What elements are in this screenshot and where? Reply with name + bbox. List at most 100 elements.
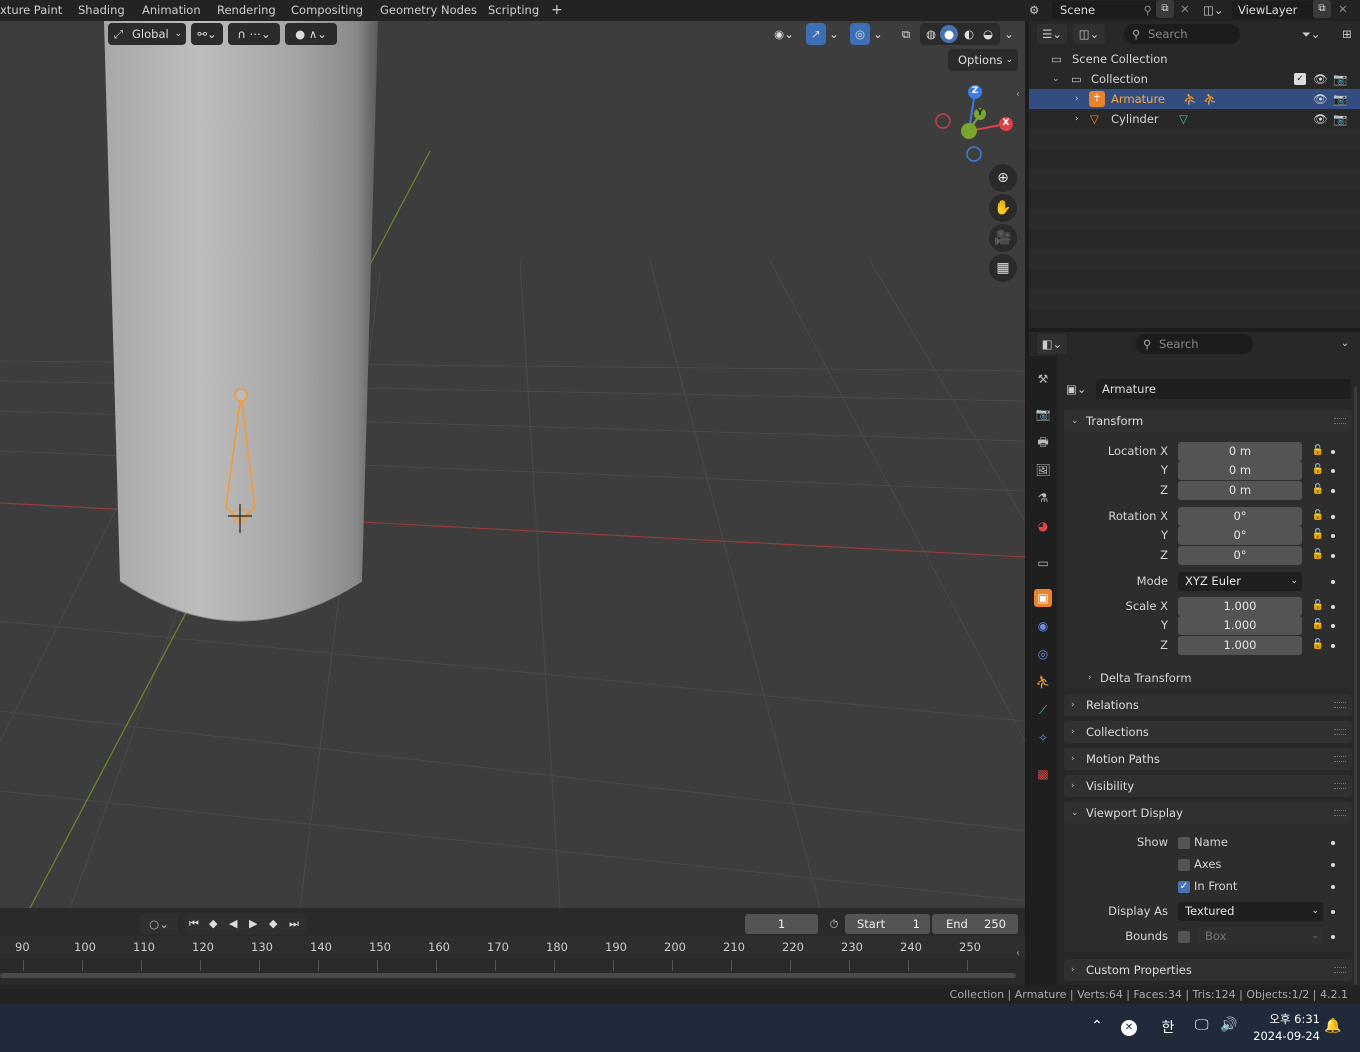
timeline-scrollbar[interactable] bbox=[0, 973, 1016, 978]
properties-editor-type-icon[interactable]: ◧⌄ bbox=[1037, 334, 1067, 354]
object-type-icon[interactable]: ▣⌄ bbox=[1066, 379, 1096, 399]
lock-icon[interactable]: 🔓 bbox=[1311, 548, 1325, 562]
motion-paths-panel-header[interactable]: › Motion Paths bbox=[1064, 748, 1352, 770]
scene-tab-icon[interactable]: ⚗ bbox=[1034, 489, 1052, 507]
close-view-layer-icon[interactable]: ✕ bbox=[1336, 0, 1350, 18]
location-z-field[interactable]: 0 m bbox=[1178, 481, 1302, 500]
bone-constraints-tab-icon[interactable]: ✧ bbox=[1034, 729, 1052, 747]
rotation-mode-dropdown[interactable]: XYZ Euler ⌄ bbox=[1178, 572, 1302, 591]
current-frame-field[interactable]: 1 bbox=[745, 914, 818, 934]
world-tab-icon[interactable]: ◕ bbox=[1034, 517, 1052, 535]
solid-shading-icon[interactable]: ● bbox=[940, 25, 958, 43]
transform-panel-header[interactable]: ⌄ Transform bbox=[1064, 410, 1352, 432]
eye-icon[interactable]: 👁 bbox=[1313, 89, 1328, 109]
volume-icon[interactable]: 🔊 bbox=[1220, 1017, 1240, 1039]
rendered-shading-icon[interactable]: ◒ bbox=[979, 25, 997, 43]
drag-grip-icon[interactable] bbox=[1334, 756, 1346, 762]
object-tab-icon[interactable]: ▣ bbox=[1034, 589, 1052, 607]
material-shading-icon[interactable]: ◐ bbox=[960, 25, 978, 43]
timeline-sidebar-toggle-icon[interactable]: ‹ bbox=[1016, 948, 1025, 962]
3d-viewport[interactable]: Z X Y ⤢ Global ⌄ ⚯⌄ ∩ ⋯⌄ ● ∧⌄ ◉⌄ ↗ ⌄ ◎ ⌄… bbox=[0, 21, 1025, 908]
keyframe-dot[interactable] bbox=[1331, 489, 1335, 493]
new-collection-icon[interactable]: ⊞ bbox=[1337, 24, 1357, 44]
filter-icon[interactable]: ⏷⌄ bbox=[1295, 24, 1327, 44]
outliner-row-armature[interactable]: › ☥ Armature ⛹ ⛹ 👁 📷 bbox=[1029, 89, 1360, 109]
viewport-display-panel-header[interactable]: ⌄ Viewport Display bbox=[1064, 802, 1352, 824]
stopwatch-icon[interactable]: ⏱ bbox=[825, 914, 843, 934]
chevron-right-icon[interactable]: › bbox=[1075, 109, 1079, 129]
next-keyframe-icon[interactable]: ◆ bbox=[269, 914, 277, 934]
outliner-row-collection[interactable]: ⌄ ▭ Collection ✓ 👁 📷 bbox=[1029, 69, 1360, 89]
lock-icon[interactable]: 🔓 bbox=[1311, 483, 1325, 497]
delta-transform-subpanel[interactable]: › Delta Transform bbox=[1085, 668, 1285, 688]
prev-keyframe-icon[interactable]: ◆ bbox=[209, 914, 217, 934]
properties-scrollbar[interactable] bbox=[1354, 386, 1357, 986]
display-as-dropdown[interactable]: Textured ⌄ bbox=[1178, 902, 1323, 921]
overlays-dropdown[interactable]: ⌄ bbox=[870, 23, 886, 45]
gizmo-dropdown[interactable]: ⌄ bbox=[826, 23, 842, 45]
transform-orientation-dropdown[interactable]: ⤢ Global ⌄ bbox=[108, 23, 186, 45]
lock-icon[interactable]: 🔓 bbox=[1311, 599, 1325, 613]
jump-end-icon[interactable]: ⏭ bbox=[289, 914, 299, 934]
add-workspace-button[interactable]: + bbox=[551, 0, 563, 21]
lock-icon[interactable]: 🔓 bbox=[1311, 463, 1325, 477]
relations-panel-header[interactable]: › Relations bbox=[1064, 694, 1352, 716]
camera-icon[interactable]: 📷 bbox=[1333, 89, 1347, 109]
display-mode-icon[interactable]: ◫⌄ bbox=[1073, 24, 1105, 44]
view-layer-name[interactable]: ViewLayer bbox=[1232, 1, 1316, 19]
cylinder-object[interactable] bbox=[104, 21, 378, 621]
shading-mode-group[interactable]: ◍ ● ◐ ◒ bbox=[920, 23, 1000, 45]
object-name-field[interactable]: Armature bbox=[1096, 379, 1351, 399]
snap-toggle[interactable]: ∩ ⋯⌄ bbox=[228, 23, 280, 45]
bounds-checkbox[interactable] bbox=[1178, 931, 1190, 943]
drag-grip-icon[interactable] bbox=[1334, 702, 1346, 708]
keyframe-dot[interactable] bbox=[1331, 935, 1335, 939]
output-tab-icon[interactable]: 🖶 bbox=[1034, 433, 1052, 451]
new-scene-icon[interactable]: ⧉ bbox=[1156, 0, 1174, 18]
overlays-toggle[interactable]: ◎ bbox=[850, 23, 870, 45]
collection-tab-icon[interactable]: ▭ bbox=[1034, 554, 1052, 572]
keyframe-dot[interactable] bbox=[1331, 534, 1335, 538]
scene-icon[interactable]: ⚙ bbox=[1029, 0, 1047, 21]
camera-view-icon[interactable]: 🎥 bbox=[989, 224, 1017, 252]
view-layer-tab-icon[interactable]: 🖼 bbox=[1034, 461, 1052, 479]
collections-panel-header[interactable]: › Collections bbox=[1064, 721, 1352, 743]
view-layer-icon[interactable]: ◫⌄ bbox=[1203, 1, 1231, 19]
drag-grip-icon[interactable] bbox=[1334, 967, 1346, 973]
drag-grip-icon[interactable] bbox=[1334, 810, 1346, 816]
bounds-type-dropdown[interactable]: Box ⌄ bbox=[1197, 927, 1323, 946]
app-tray-icon[interactable]: ✕ bbox=[1121, 1020, 1137, 1036]
tab-compositing[interactable]: Compositing bbox=[291, 0, 363, 21]
play-icon[interactable]: ▶ bbox=[249, 914, 257, 934]
texture-tab-icon[interactable]: ▩ bbox=[1034, 765, 1052, 783]
zoom-icon[interactable]: ⊕ bbox=[989, 164, 1017, 192]
eye-icon[interactable]: 👁 bbox=[1313, 69, 1328, 89]
bone-tab-icon[interactable]: ⟋ bbox=[1034, 701, 1052, 719]
camera-icon[interactable]: 📷 bbox=[1333, 69, 1347, 89]
rotation-x-field[interactable]: 0° bbox=[1178, 507, 1302, 526]
scale-z-field[interactable]: 1.000 bbox=[1178, 636, 1302, 655]
chevron-down-icon[interactable]: ⌄ bbox=[1335, 334, 1355, 354]
tab-animation[interactable]: Animation bbox=[142, 0, 201, 21]
new-view-layer-icon[interactable]: ⧉ bbox=[1313, 0, 1331, 18]
keyframe-dot[interactable] bbox=[1331, 515, 1335, 519]
ime-indicator[interactable]: 한 bbox=[1159, 1017, 1177, 1039]
visibility-panel-header[interactable]: › Visibility bbox=[1064, 775, 1352, 797]
lock-icon[interactable]: 🔓 bbox=[1311, 444, 1325, 458]
visibility-dropdown[interactable]: ◉⌄ bbox=[768, 23, 800, 45]
tab-geometry-nodes[interactable]: Geometry Nodes bbox=[380, 0, 477, 21]
drag-grip-icon[interactable] bbox=[1334, 729, 1346, 735]
render-tab-icon[interactable]: 📷 bbox=[1034, 405, 1052, 423]
end-frame-field[interactable]: End 250 bbox=[932, 914, 1018, 934]
start-frame-field[interactable]: Start 1 bbox=[845, 914, 930, 934]
outliner-row-scene-collection[interactable]: ▭ Scene Collection bbox=[1029, 49, 1360, 69]
show-name-checkbox[interactable] bbox=[1178, 837, 1190, 849]
keyframe-dot[interactable] bbox=[1331, 910, 1335, 914]
pan-hand-icon[interactable]: ✋ bbox=[989, 194, 1017, 222]
sidebar-toggle-icon[interactable]: ‹ bbox=[1016, 89, 1025, 103]
location-y-field[interactable]: 0 m bbox=[1178, 461, 1302, 480]
eye-icon[interactable]: 👁 bbox=[1313, 109, 1328, 129]
options-dropdown[interactable]: Options ⌄ bbox=[948, 49, 1018, 71]
location-x-field[interactable]: 0 m bbox=[1178, 442, 1302, 461]
drag-grip-icon[interactable] bbox=[1334, 783, 1346, 789]
